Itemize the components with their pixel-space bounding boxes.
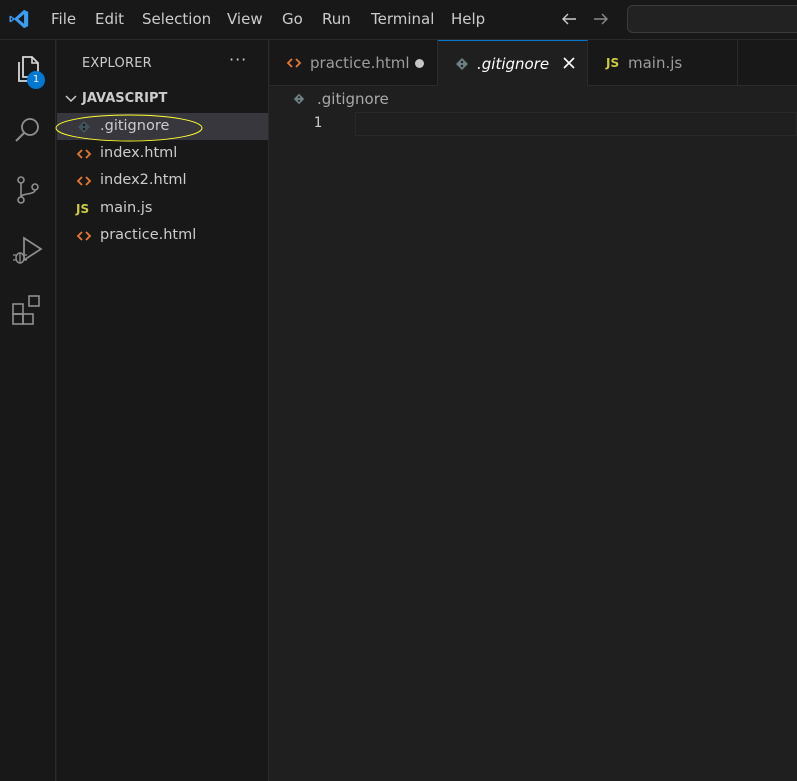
tab-bar: practice.html .gitignore JS main.js xyxy=(270,40,797,86)
file-label: practice.html xyxy=(100,227,197,243)
source-control-activity[interactable] xyxy=(10,172,46,208)
menu-help[interactable]: Help xyxy=(451,10,485,28)
explorer-title: EXPLORER xyxy=(82,56,152,71)
extensions-activity[interactable] xyxy=(10,292,46,328)
editor-area: practice.html .gitignore JS main.js .git… xyxy=(270,40,797,781)
extensions-icon xyxy=(12,295,40,325)
search-icon xyxy=(15,118,39,142)
js-icon: JS xyxy=(606,56,620,70)
chevron-down-icon xyxy=(65,95,77,103)
html-icon xyxy=(286,58,302,68)
source-control-icon xyxy=(17,176,39,204)
run-debug-activity[interactable] xyxy=(10,232,46,268)
tab-label: practice.html xyxy=(310,54,410,72)
title-bar: File Edit Selection View Go Run Terminal… xyxy=(0,0,797,40)
menu-go[interactable]: Go xyxy=(282,10,303,28)
more-actions-icon[interactable]: ··· xyxy=(229,50,247,69)
menu-file[interactable]: File xyxy=(51,10,76,28)
js-icon: JS xyxy=(76,202,90,216)
modified-dot-icon[interactable] xyxy=(415,59,424,68)
back-arrow-icon[interactable] xyxy=(559,9,579,29)
menu-selection[interactable]: Selection xyxy=(142,10,211,28)
git-icon xyxy=(293,93,305,105)
command-center-search[interactable] xyxy=(627,5,797,33)
html-icon xyxy=(76,149,92,159)
file-label: main.js xyxy=(100,200,153,216)
folder-javascript[interactable]: JAVASCRIPT xyxy=(57,88,268,110)
file-item-index2-html[interactable]: index2.html xyxy=(57,167,268,194)
menu-edit[interactable]: Edit xyxy=(95,10,124,28)
tab-gitignore[interactable]: .gitignore xyxy=(438,40,588,86)
tab-main-js[interactable]: JS main.js xyxy=(588,40,738,85)
folder-name: JAVASCRIPT xyxy=(82,91,168,106)
search-activity[interactable] xyxy=(10,112,46,148)
highlight-annotation xyxy=(55,114,203,142)
html-icon xyxy=(76,176,92,186)
editor-text-area[interactable] xyxy=(355,112,797,136)
file-label: index.html xyxy=(100,145,178,161)
menu-view[interactable]: View xyxy=(227,10,263,28)
explorer-badge: 1 xyxy=(27,71,45,89)
menu-terminal[interactable]: Terminal xyxy=(371,10,434,28)
forward-arrow-icon[interactable] xyxy=(591,9,611,29)
file-item-main-js[interactable]: JS main.js xyxy=(57,195,268,222)
explorer-sidebar: EXPLORER ··· JAVASCRIPT .gitignore index… xyxy=(55,40,269,781)
breadcrumb-label: .gitignore xyxy=(317,90,389,108)
vscode-logo-icon xyxy=(9,9,29,29)
explorer-activity[interactable]: 1 xyxy=(10,52,46,89)
html-icon xyxy=(76,231,92,241)
file-item-practice-html[interactable]: practice.html xyxy=(57,222,268,249)
close-icon[interactable] xyxy=(560,54,578,72)
file-item-index-html[interactable]: index.html xyxy=(57,140,268,167)
tab-label: .gitignore xyxy=(477,55,550,73)
git-icon xyxy=(456,58,468,70)
tab-label: main.js xyxy=(628,54,683,72)
activity-bar: 1 xyxy=(0,40,56,781)
menu-run[interactable]: Run xyxy=(322,10,351,28)
line-number: 1 xyxy=(313,115,322,131)
file-label: index2.html xyxy=(100,172,187,188)
run-debug-icon xyxy=(13,236,43,264)
tab-practice-html[interactable]: practice.html xyxy=(270,40,438,85)
